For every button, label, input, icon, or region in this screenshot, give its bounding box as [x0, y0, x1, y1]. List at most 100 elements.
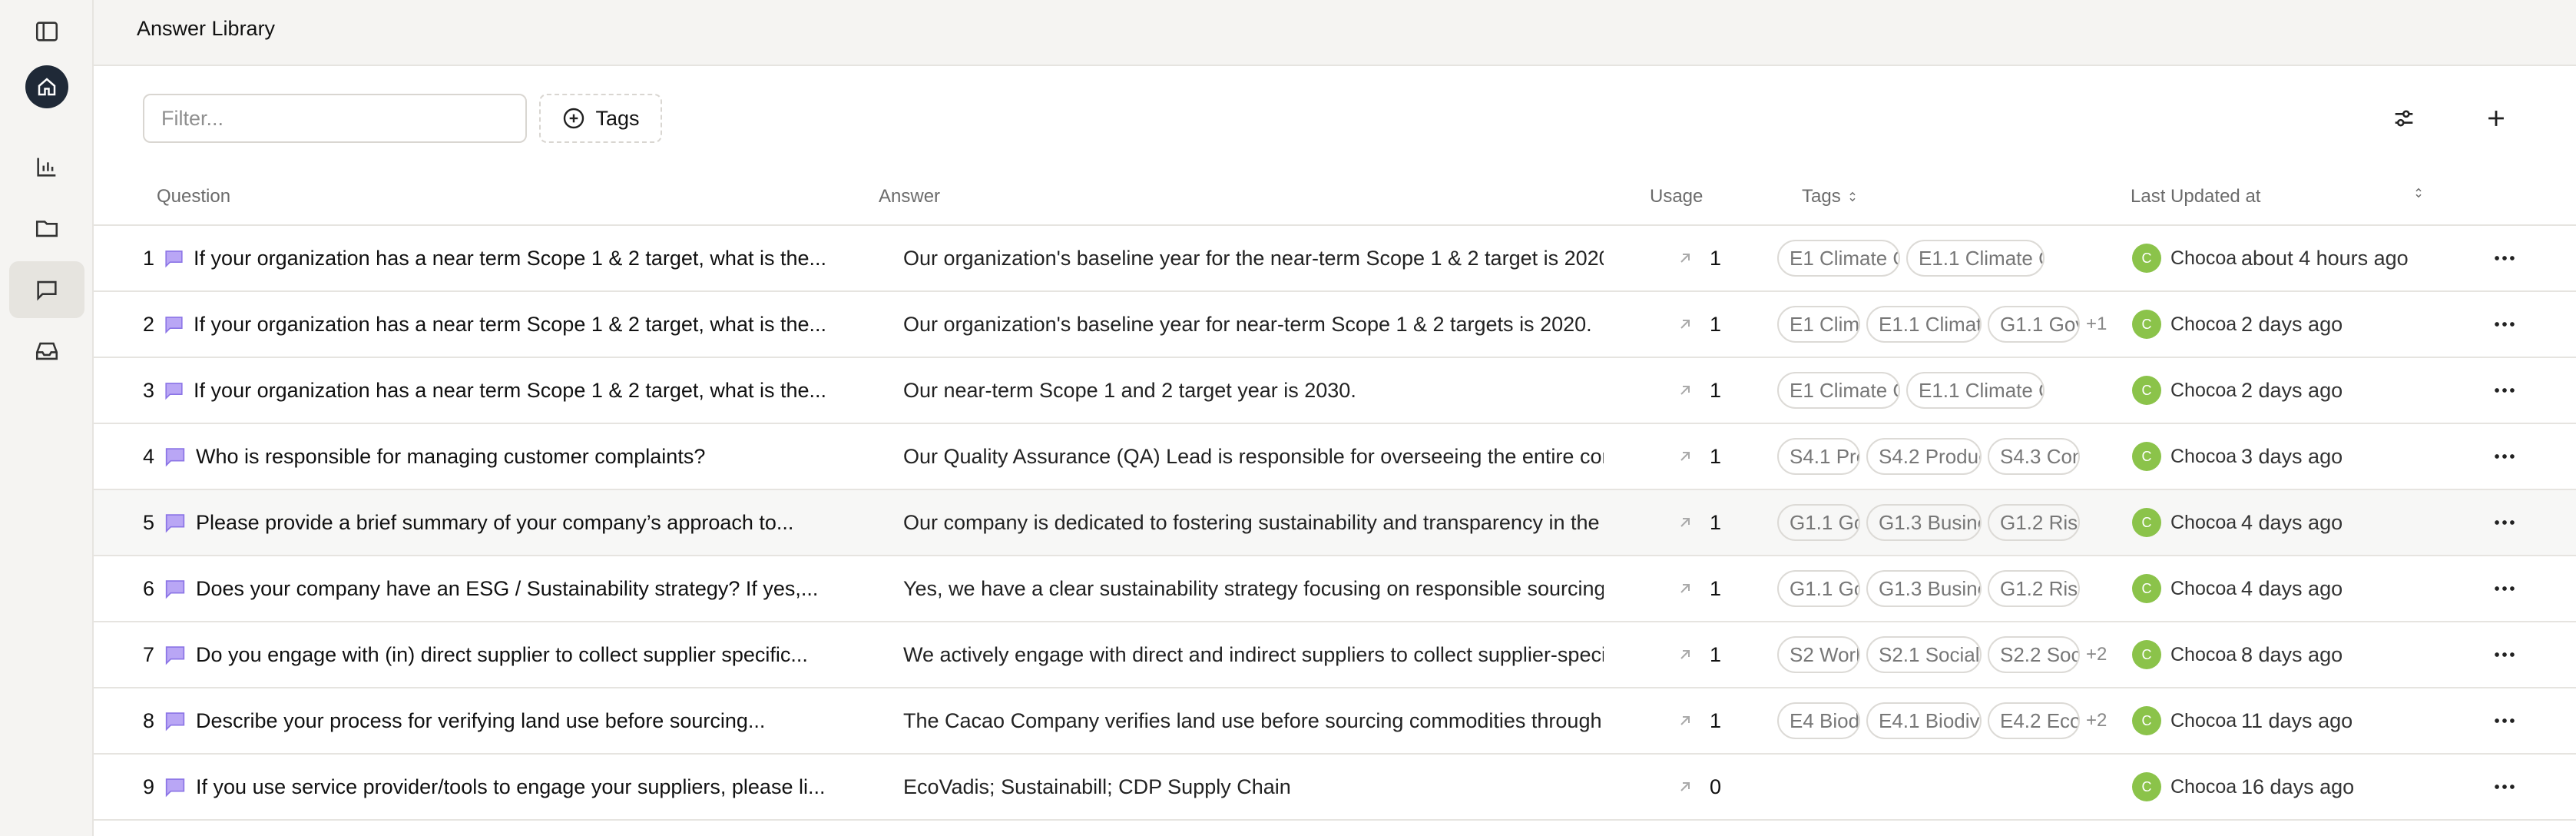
tag-chip[interactable]: E1.1 Climate Change Mitigation	[1906, 240, 2045, 277]
table-header: Question Answer Usage Tags Last Updated …	[94, 175, 2576, 226]
tag-chip[interactable]: E1 Climate Change	[1777, 240, 1900, 277]
tag-chip[interactable]: G1.3 Business	[1866, 570, 1982, 607]
sidebar-item-folders[interactable]	[9, 200, 84, 257]
row-actions-button[interactable]	[2492, 292, 2522, 357]
tag-chip[interactable]: G1.3 Business	[1866, 504, 1982, 541]
chat-bubble-icon	[37, 280, 57, 301]
answer-text[interactable]: Our company is dedicated to fostering su…	[903, 511, 1604, 535]
folder-icon	[35, 221, 58, 237]
user-name: Chocoa	[2170, 511, 2237, 533]
tag-chip[interactable]: S2 Workers	[1777, 636, 1860, 673]
question-text[interactable]: If your organization has a near term Sco…	[194, 313, 826, 337]
answer-text[interactable]: Our near-term Scope 1 and 2 target year …	[903, 379, 1356, 403]
tag-chip[interactable]: S2.1 Social	[1866, 636, 1982, 673]
answer-text[interactable]: Our organization's baseline year for the…	[903, 247, 1604, 270]
row-actions-button[interactable]	[2492, 226, 2522, 290]
question-text[interactable]: Does your company have an ESG / Sustaina…	[196, 577, 818, 601]
column-header-tags[interactable]: Tags	[1802, 186, 1859, 207]
question-text[interactable]: If you use service provider/tools to eng…	[196, 775, 825, 799]
answer-text[interactable]: Yes, we have a clear sustainability stra…	[903, 577, 1604, 601]
row-actions-button[interactable]	[2492, 622, 2522, 687]
tag-overflow-count[interactable]: +2	[2086, 710, 2107, 732]
sort-icon	[1849, 191, 1856, 202]
row-actions-button[interactable]	[2492, 688, 2522, 753]
arrow-up-right-icon	[1680, 518, 1690, 527]
column-header-last-updated[interactable]: Last Updated at	[2131, 186, 2260, 207]
sliders-icon	[2395, 110, 2413, 127]
question-text[interactable]: Describe your process for verifying land…	[196, 709, 765, 733]
sidebar-item-inbox[interactable]	[9, 323, 84, 380]
table-row[interactable]: 9 If you use service provider/tools to en…	[94, 755, 2576, 821]
sidebar-item-answer-library[interactable]	[9, 261, 84, 318]
sidebar-item-analytics[interactable]	[9, 138, 84, 195]
table-row[interactable]: 1 If your organization has a near term Sc…	[94, 226, 2576, 292]
answer-text[interactable]: The Cacao Company verifies land use befo…	[903, 709, 1604, 733]
table-row[interactable]: 7 Do you engage with (in) direct supplier…	[94, 622, 2576, 688]
table-row[interactable]: 5 Please provide a brief summary of your …	[94, 490, 2576, 556]
tag-chip[interactable]: E4.2 Ecosystems	[1988, 702, 2080, 739]
tag-chip[interactable]: S4.2 Product	[1866, 438, 1982, 475]
table-row[interactable]: 8 Describe your process for verifying lan…	[94, 688, 2576, 755]
avatar: C	[2132, 640, 2161, 669]
tag-chip[interactable]: S4.1 Product	[1777, 438, 1860, 475]
tag-chip[interactable]: S4.3 Consumer	[1988, 438, 2080, 475]
tag-chip[interactable]: G1.2 Risk	[1988, 504, 2080, 541]
more-horizontal-icon	[2495, 652, 2515, 657]
table-row[interactable]: 4 Who is responsible for managing custome…	[94, 424, 2576, 490]
question-text[interactable]: If your organization has a near term Sco…	[194, 379, 826, 403]
top-bar: Answer Library	[94, 0, 2576, 66]
column-header-answer[interactable]: Answer	[879, 186, 940, 207]
tag-chip[interactable]: G1.2 Risk	[1988, 570, 2080, 607]
sidebar-toggle-button[interactable]	[9, 3, 84, 60]
user-name: Chocoa	[2170, 577, 2237, 599]
row-number: 5	[143, 510, 155, 534]
question-text[interactable]: Do you engage with (in) direct supplier …	[196, 643, 808, 667]
bar-chart-icon	[37, 158, 56, 177]
row-actions-button[interactable]	[2492, 490, 2522, 555]
avatar: C	[2132, 574, 2161, 603]
question-text[interactable]: If your organization has a near term Sco…	[194, 247, 826, 270]
tag-chip[interactable]: G1.1 Governance	[1988, 306, 2080, 343]
add-answer-button[interactable]	[2473, 95, 2519, 141]
answer-text[interactable]: Our organization's baseline year for nea…	[903, 313, 1592, 337]
view-settings-button[interactable]	[2381, 95, 2427, 141]
tag-chip[interactable]: S2.2 Social	[1988, 636, 2080, 673]
row-number: 8	[143, 708, 155, 732]
row-number: 7	[143, 642, 155, 666]
usage-count: 1	[1710, 510, 1722, 534]
usage-count: 1	[1710, 576, 1722, 600]
tag-chip[interactable]: G1.1 Governance	[1777, 570, 1860, 607]
question-text[interactable]: Who is responsible for managing customer…	[196, 445, 705, 469]
row-actions-button[interactable]	[2492, 358, 2522, 423]
tags-filter-button[interactable]: Tags	[539, 94, 662, 143]
tag-chip[interactable]: E1.1 Climate Change Mitigation	[1906, 372, 2045, 409]
tag-overflow-count[interactable]: +1	[2086, 314, 2107, 335]
tag-chip[interactable]: G1.1 Governance	[1777, 504, 1860, 541]
tag-chip[interactable]: E1 Climate Change	[1777, 372, 1900, 409]
table-row[interactable]: 6 Does your company have an ESG / Sustain…	[94, 556, 2576, 622]
table-row[interactable]: 2 If your organization has a near term Sc…	[94, 292, 2576, 358]
tag-chip[interactable]: E4.1 Biodiversity	[1866, 702, 1982, 739]
column-header-usage[interactable]: Usage	[1650, 186, 1703, 207]
row-actions-button[interactable]	[2492, 755, 2522, 819]
filter-input[interactable]	[143, 94, 527, 143]
sidebar-item-home[interactable]	[9, 58, 84, 115]
column-header-question[interactable]: Question	[157, 186, 230, 207]
row-actions-button[interactable]	[2492, 424, 2522, 489]
tag-chip[interactable]: E1 Climate	[1777, 306, 1860, 343]
tag-overflow-count[interactable]: +2	[2086, 644, 2107, 665]
tag-chip[interactable]: E1.1 Climate	[1866, 306, 1982, 343]
question-text[interactable]: Please provide a brief summary of your c…	[196, 511, 793, 535]
tags-filter-label: Tags	[595, 106, 640, 130]
user-name: Chocoa	[2170, 379, 2237, 401]
row-actions-button[interactable]	[2492, 556, 2522, 621]
row-number: 1	[143, 246, 155, 270]
last-updated-sort-button[interactable]	[2412, 186, 2425, 200]
page-title: Answer Library	[137, 17, 276, 40]
tag-chip[interactable]: E4 Biodiversity	[1777, 702, 1860, 739]
answer-text[interactable]: Our Quality Assurance (QA) Lead is respo…	[903, 445, 1604, 469]
answer-text[interactable]: EcoVadis; Sustainabill; CDP Supply Chain	[903, 775, 1291, 799]
table-row[interactable]: 3 If your organization has a near term Sc…	[94, 358, 2576, 424]
avatar: C	[2132, 772, 2161, 801]
answer-text[interactable]: We actively engage with direct and indir…	[903, 643, 1604, 667]
